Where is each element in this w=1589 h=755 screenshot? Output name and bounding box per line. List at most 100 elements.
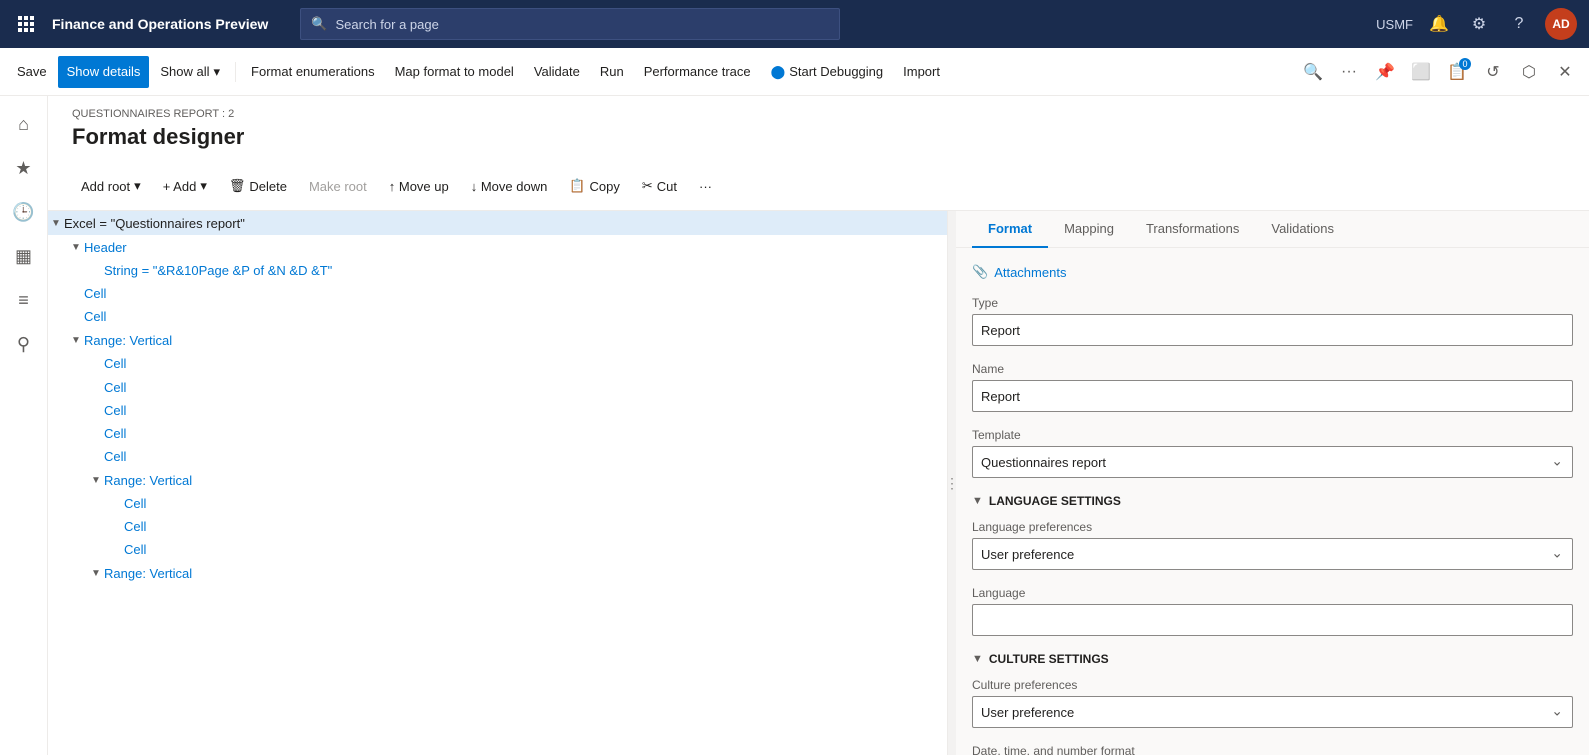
performance-trace-button[interactable]: Performance trace	[635, 56, 760, 88]
more-icon[interactable]: ···	[1333, 56, 1365, 88]
badge-icon[interactable]: 📋 0	[1441, 56, 1473, 88]
name-label: Name	[972, 362, 1573, 376]
start-debugging-button[interactable]: ⬤ Start Debugging	[762, 56, 893, 88]
attachment-icon: 📎	[972, 264, 988, 280]
add-root-button[interactable]: Add root ▾	[72, 170, 150, 202]
tree-item[interactable]: Cell	[48, 399, 947, 422]
template-select[interactable]: Questionnaires report	[972, 446, 1573, 478]
tree-item-label: Range: Vertical	[84, 333, 172, 348]
home-icon[interactable]: ⌂	[4, 104, 44, 144]
import-button[interactable]: Import	[894, 56, 949, 88]
tree-item-label: Cell	[84, 309, 106, 324]
tree-item-label: Cell	[104, 356, 126, 372]
tree-item[interactable]: ▼Range: Vertical	[48, 468, 947, 492]
tree-pane: ▼Excel = "Questionnaires report"▼HeaderS…	[48, 211, 948, 755]
grid-icon[interactable]	[12, 10, 40, 38]
tree-toggle[interactable]: ▼	[68, 239, 84, 255]
culture-preferences-select-wrapper: User preference Company preference Custo…	[972, 696, 1573, 728]
tree-item[interactable]: ▼Range: Vertical	[48, 561, 947, 585]
delete-button[interactable]: 🗑 Delete	[220, 170, 296, 202]
tree-item[interactable]: Cell	[48, 352, 947, 376]
content-area: QUESTIONNAIRES REPORT : 2 Format designe…	[48, 96, 1589, 755]
tree-item[interactable]: Cell	[48, 538, 947, 561]
panel-tabs: FormatMappingTransformationsValidations	[956, 211, 1589, 248]
move-up-button[interactable]: ↑ Move up	[380, 170, 458, 202]
template-field-group: Template Questionnaires report	[972, 428, 1573, 478]
tree-item[interactable]: String = "&R&10Page &P of &N &D &T"	[48, 259, 947, 282]
side-nav: ⌂ ★ 🕒 ▦ ≡ ⚲	[0, 96, 48, 755]
tree-item[interactable]: Cell	[48, 422, 947, 445]
avatar[interactable]: AD	[1545, 8, 1577, 40]
date-time-format-field-group: Date, time, and number format	[972, 744, 1573, 755]
refresh-icon[interactable]: ↺	[1477, 56, 1509, 88]
split-pane: ▼Excel = "Questionnaires report"▼HeaderS…	[48, 211, 1589, 755]
run-button[interactable]: Run	[591, 56, 633, 88]
language-input[interactable]	[972, 604, 1573, 636]
show-details-button[interactable]: Show details	[58, 56, 150, 88]
move-down-button[interactable]: ↓ Move down	[462, 170, 557, 202]
top-nav-right: USMF 🔔 ⚙ ? AD	[1376, 8, 1577, 40]
tree-item[interactable]: ▼Range: Vertical	[48, 328, 947, 352]
favorites-icon[interactable]: ★	[4, 148, 44, 188]
validate-button[interactable]: Validate	[525, 56, 589, 88]
save-button[interactable]: Save	[8, 56, 56, 88]
tree-item[interactable]: Cell	[48, 515, 947, 538]
filter-icon[interactable]: ⚲	[4, 324, 44, 364]
format-enumerations-button[interactable]: Format enumerations	[242, 56, 384, 88]
chevron-down-icon: ▾	[134, 178, 141, 194]
notification-icon[interactable]: 🔔	[1425, 10, 1453, 38]
type-field-group: Type	[972, 296, 1573, 346]
tree-toggle[interactable]: ▼	[68, 332, 84, 348]
toolbar-right-icons: 🔍 ··· 📌 ⬜ 📋 0 ↺ ⬡ ✕	[1297, 56, 1581, 88]
copy-button[interactable]: 📋 Copy	[560, 170, 629, 202]
pane-divider[interactable]	[948, 211, 956, 755]
help-icon[interactable]: ?	[1505, 10, 1533, 38]
tree-item-label: Cell	[124, 519, 146, 534]
culture-settings-header[interactable]: ▼ CULTURE SETTINGS	[972, 652, 1573, 666]
tree-toggle[interactable]: ▼	[88, 565, 104, 581]
language-preferences-select-wrapper: User preference Company preference Custo…	[972, 538, 1573, 570]
pin-icon[interactable]: 📌	[1369, 56, 1401, 88]
language-settings-label: LANGUAGE SETTINGS	[989, 494, 1121, 508]
language-label: Language	[972, 586, 1573, 600]
expand-icon[interactable]: ⬜	[1405, 56, 1437, 88]
attachments-link[interactable]: 📎 Attachments	[972, 264, 1573, 280]
show-all-label: Show all	[160, 64, 209, 79]
tree-item[interactable]: Cell	[48, 305, 947, 328]
tree-item-label: Header	[84, 240, 127, 255]
tree-item[interactable]: ▼Header	[48, 235, 947, 259]
modules-icon[interactable]: ≡	[4, 280, 44, 320]
workspaces-icon[interactable]: ▦	[4, 236, 44, 276]
settings-icon[interactable]: ⚙	[1465, 10, 1493, 38]
open-new-icon[interactable]: ⬡	[1513, 56, 1545, 88]
tree-item[interactable]: Cell	[48, 376, 947, 399]
global-search[interactable]: 🔍 Search for a page	[300, 8, 840, 40]
tree-item[interactable]: Cell	[48, 492, 947, 515]
tab-transformations[interactable]: Transformations	[1130, 211, 1255, 248]
culture-preferences-select[interactable]: User preference Company preference Custo…	[972, 696, 1573, 728]
search-toolbar-icon[interactable]: 🔍	[1297, 56, 1329, 88]
tab-validations[interactable]: Validations	[1255, 211, 1350, 248]
map-format-button[interactable]: Map format to model	[386, 56, 523, 88]
add-button[interactable]: + Add ▾	[154, 170, 216, 202]
recent-icon[interactable]: 🕒	[4, 192, 44, 232]
language-preferences-select[interactable]: User preference Company preference Custo…	[972, 538, 1573, 570]
close-icon[interactable]: ✕	[1549, 56, 1581, 88]
separator	[235, 62, 236, 82]
right-panel: FormatMappingTransformationsValidations …	[956, 211, 1589, 755]
copy-icon: 📋	[569, 178, 585, 194]
tree-toggle[interactable]: ▼	[88, 472, 104, 488]
name-input[interactable]	[972, 380, 1573, 412]
tree-item[interactable]: Cell	[48, 445, 947, 468]
tree-item[interactable]: Cell	[48, 282, 947, 305]
tab-mapping[interactable]: Mapping	[1048, 211, 1130, 248]
language-settings-header[interactable]: ▼ LANGUAGE SETTINGS	[972, 494, 1573, 508]
more-options-button[interactable]: ···	[690, 170, 721, 202]
type-input[interactable]	[972, 314, 1573, 346]
tab-format[interactable]: Format	[972, 211, 1048, 248]
make-root-button[interactable]: Make root	[300, 170, 376, 202]
tree-item[interactable]: ▼Excel = "Questionnaires report"	[48, 211, 947, 235]
cut-button[interactable]: ✂ Cut	[633, 170, 686, 202]
show-all-button[interactable]: Show all ▾	[151, 56, 229, 88]
tree-toggle[interactable]: ▼	[48, 215, 64, 231]
